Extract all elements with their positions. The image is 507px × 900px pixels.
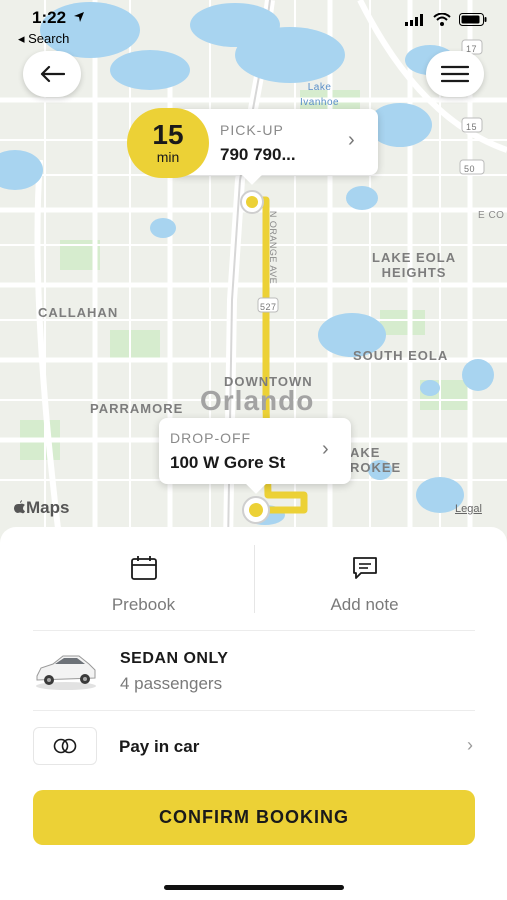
map-label-lake-eola-heights: LAKE EOLA HEIGHTS: [372, 250, 457, 280]
map-label-lake-ivanhoe: Lake Ivanhoe: [300, 82, 340, 108]
add-note-button[interactable]: Add note: [254, 545, 475, 631]
map-label-city: Orlando: [200, 385, 315, 416]
eta-value: 15: [152, 119, 184, 150]
pickup-address: 790 790...: [220, 145, 296, 164]
status-time: 1:22: [32, 8, 85, 28]
arrow-left-icon: [40, 65, 65, 83]
status-icons: [405, 13, 487, 26]
vehicle-passengers: 4 passengers: [120, 674, 223, 693]
home-indicator: [164, 885, 344, 890]
eta-unit: min: [156, 149, 180, 165]
vehicle-row[interactable]: SEDAN ONLY 4 passengers: [33, 640, 475, 710]
pickup-caption: PICK-UP: [220, 122, 284, 138]
back-button[interactable]: [23, 51, 81, 97]
cellular-signal-icon: [405, 13, 423, 26]
map-label-lake-cherokee: AKE ROKEE: [350, 445, 402, 475]
prebook-button[interactable]: Prebook: [33, 545, 254, 631]
calendar-icon: [130, 556, 157, 580]
apple-logo-icon: [14, 500, 25, 514]
location-arrow-icon: [73, 12, 84, 22]
chat-note-icon: [352, 557, 377, 579]
prebook-label: Prebook: [111, 595, 176, 614]
route-shield-527: 527: [260, 302, 277, 312]
vehicle-title: SEDAN ONLY: [120, 650, 229, 667]
payment-row[interactable]: Pay in car ›: [33, 727, 475, 767]
map-label-south-eola: SOUTH EOLA: [353, 348, 449, 363]
dropoff-callout[interactable]: DROP-OFF 100 W Gore St ›: [159, 418, 351, 494]
divider: [33, 710, 475, 711]
chevron-right-icon: ›: [348, 129, 355, 151]
hamburger-menu-icon: [441, 65, 469, 83]
confirm-booking-button[interactable]: CONFIRM BOOKING: [33, 790, 475, 845]
legal-link[interactable]: Legal: [455, 503, 482, 515]
dropoff-address: 100 W Gore St: [170, 453, 286, 472]
booking-sheet: Prebook Add note SEDAN ONLY 4 passengers: [0, 527, 507, 900]
eta-badge: 15 min: [127, 108, 209, 178]
wifi-icon: [433, 13, 451, 26]
battery-icon: [459, 13, 487, 26]
map-view[interactable]: Lake Ivanhoe LAKE EOLA HEIGHTS CALLAHAN …: [0, 0, 507, 545]
sedan-car-icon: [36, 655, 96, 690]
dropoff-caption: DROP-OFF: [170, 430, 252, 446]
divider: [33, 630, 475, 631]
route-shield-50: 50: [464, 164, 476, 174]
status-back-link[interactable]: ◂ Search: [18, 31, 69, 47]
menu-button[interactable]: [426, 51, 484, 97]
map-label-parramore: PARRAMORE: [90, 401, 184, 416]
payment-label: Pay in car: [119, 737, 200, 756]
chevron-right-icon: ›: [467, 735, 473, 755]
payment-toggle-icon: [53, 738, 77, 754]
map-label-orange-ave: N ORANGE AVE: [268, 210, 279, 285]
divider: [254, 545, 255, 613]
chevron-right-icon: ›: [322, 438, 329, 460]
status-bar: 1:22 ◂ Search: [0, 0, 507, 48]
apple-maps-attribution: Maps: [14, 498, 69, 518]
map-label-callahan: CALLAHAN: [38, 305, 119, 320]
map-label-e-co: E CO: [478, 210, 505, 221]
add-note-label: Add note: [330, 595, 399, 614]
route-shield-15: 15: [466, 122, 478, 132]
payment-icon-box: [33, 727, 97, 765]
